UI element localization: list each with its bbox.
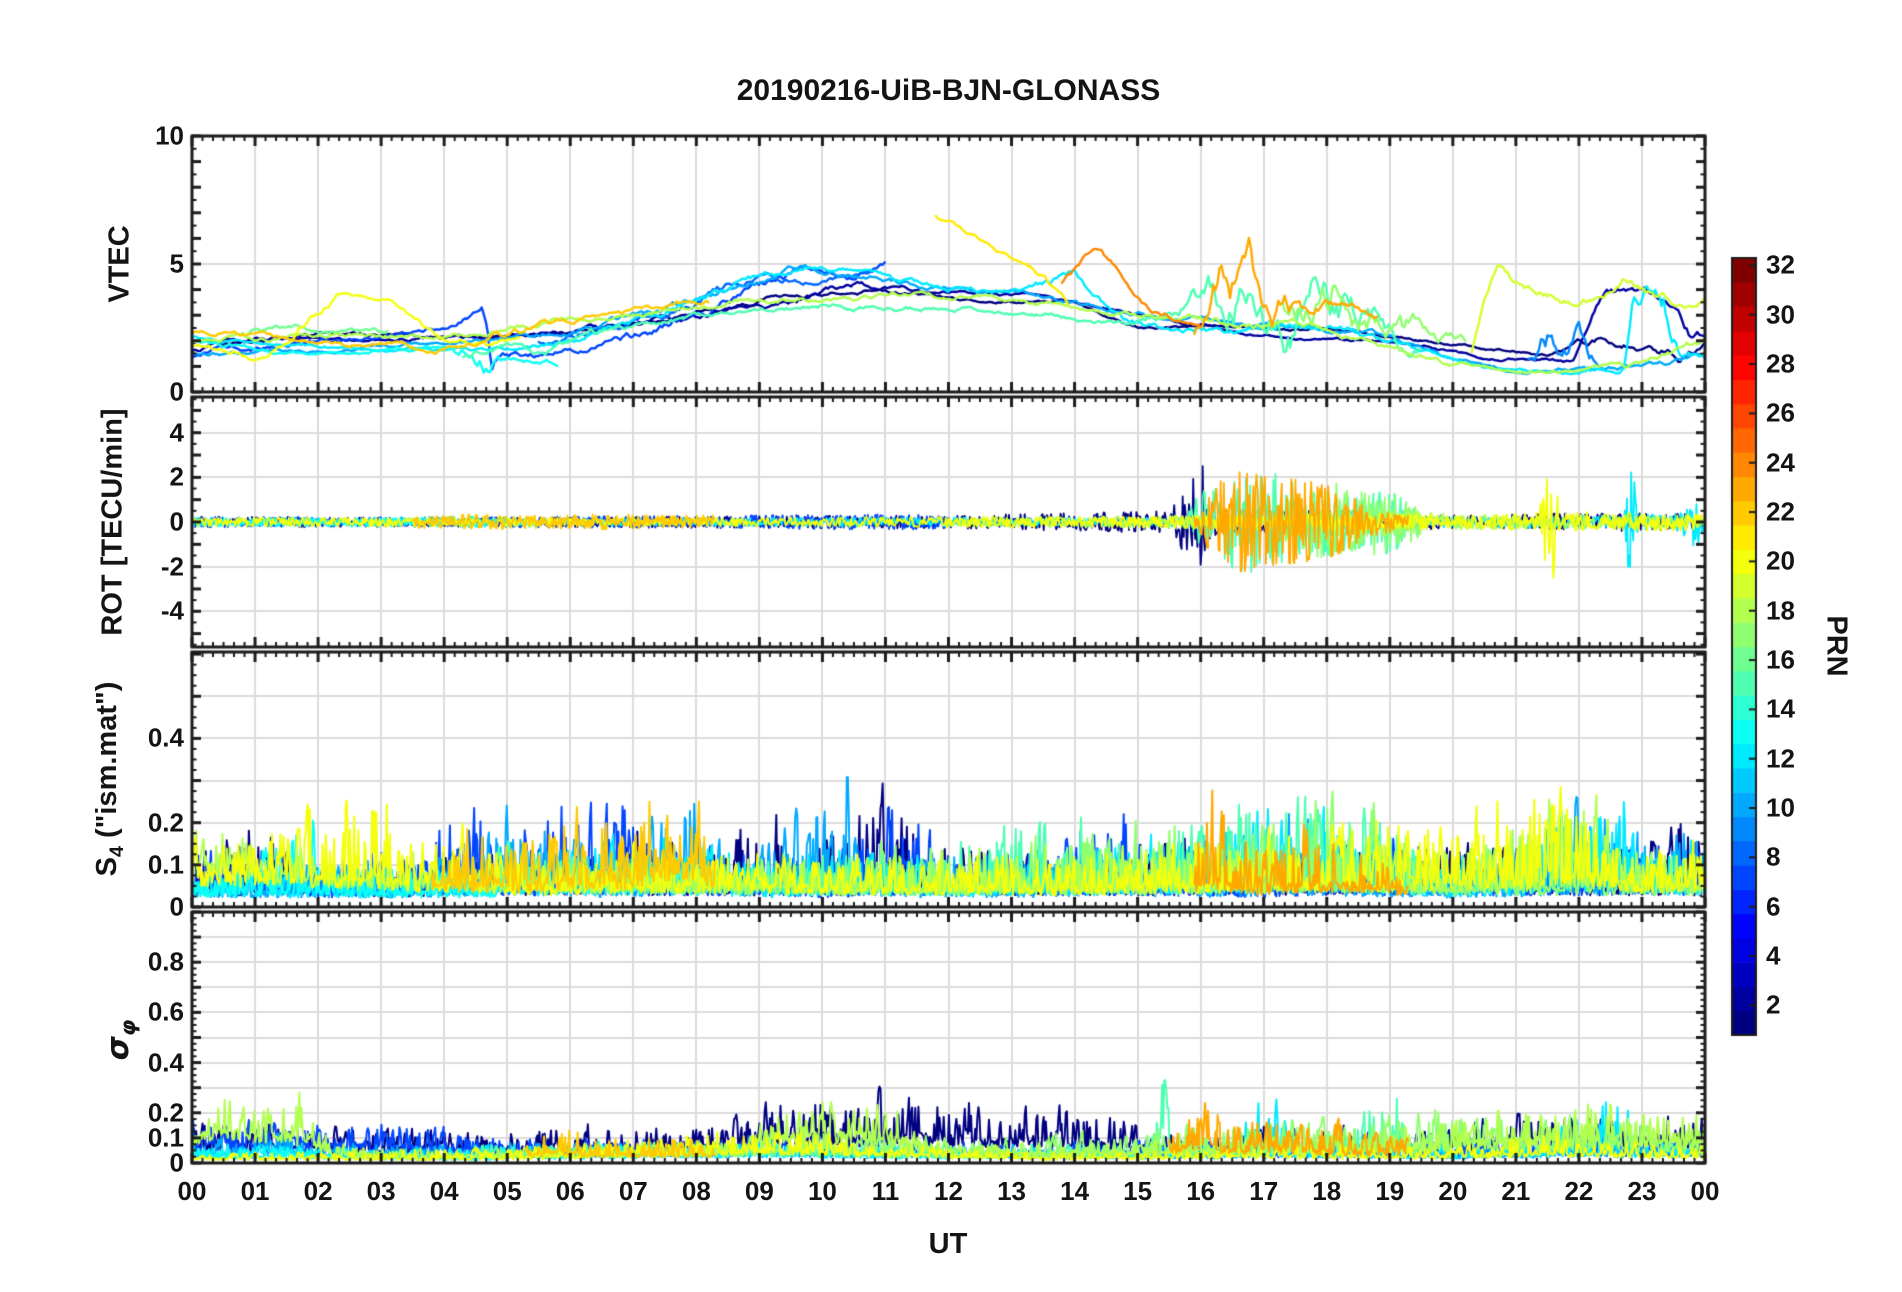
y-tick-label-rot: -4 bbox=[160, 595, 184, 626]
colorbar-tick-label: 28 bbox=[1766, 348, 1795, 379]
y-tick-label-sigma_phi: 0.2 bbox=[147, 1097, 184, 1128]
x-tick-label: 13 bbox=[997, 1176, 1026, 1206]
colorbar-label-prn: PRN bbox=[1820, 615, 1853, 677]
y-tick-label-s4: 0.4 bbox=[147, 722, 184, 753]
ylabel-s4-rest: ("ism.mat") bbox=[91, 681, 124, 847]
colorbar-tick-label: 8 bbox=[1766, 841, 1781, 872]
y-tick-label-s4: 0.2 bbox=[147, 807, 184, 838]
colorbar-tick-label: 32 bbox=[1766, 249, 1795, 280]
x-tick-label: 12 bbox=[934, 1176, 963, 1206]
x-tick-label: 14 bbox=[1060, 1176, 1090, 1206]
y-tick-label-rot: 4 bbox=[169, 417, 184, 448]
x-tick-label: 00 bbox=[1690, 1176, 1720, 1206]
x-tick-label: 23 bbox=[1627, 1176, 1657, 1206]
x-tick-label: 07 bbox=[618, 1176, 648, 1206]
xlabel-ut: UT bbox=[928, 1228, 968, 1260]
x-tick-label: 18 bbox=[1312, 1176, 1342, 1206]
ylabel-sigma-sub: φ bbox=[115, 1019, 141, 1037]
ylabel-sigma-main: σ bbox=[99, 1036, 136, 1061]
ylabel-s4-sub: 4 bbox=[105, 846, 128, 858]
y-tick-label-rot: 2 bbox=[169, 461, 184, 492]
y-tick-label-rot: -2 bbox=[160, 551, 184, 582]
x-tick-label: 10 bbox=[807, 1176, 837, 1206]
y-tick-label-s4: 0 bbox=[169, 891, 184, 922]
x-tick-label: 02 bbox=[303, 1176, 333, 1206]
x-tick-label: 21 bbox=[1501, 1176, 1531, 1206]
colorbar-tick-label: 26 bbox=[1766, 397, 1795, 428]
x-tick-label: 00 bbox=[177, 1176, 207, 1206]
ylabel-s4-main: S bbox=[91, 857, 124, 877]
ylabel-sigma-phi: σφ bbox=[100, 1020, 140, 1061]
colorbar-tick-label: 16 bbox=[1766, 644, 1795, 675]
ylabel-vtec: VTEC bbox=[103, 225, 136, 303]
x-tick-label: 20 bbox=[1438, 1176, 1468, 1206]
y-tick-label-rot: 0 bbox=[169, 506, 184, 537]
colorbar-tick-label: 20 bbox=[1766, 545, 1795, 576]
x-tick-label: 19 bbox=[1375, 1176, 1405, 1206]
x-tick-label: 03 bbox=[366, 1176, 396, 1206]
colorbar-tick-label: 24 bbox=[1766, 447, 1795, 478]
colorbar-tick-label: 10 bbox=[1766, 792, 1795, 823]
x-tick-label: 17 bbox=[1249, 1176, 1279, 1206]
plot-canvas bbox=[0, 0, 1902, 1292]
ylabel-rot: ROT [TECU/min] bbox=[96, 408, 129, 636]
x-tick-label: 06 bbox=[555, 1176, 585, 1206]
x-tick-label: 15 bbox=[1123, 1176, 1153, 1206]
y-tick-label-sigma_phi: 0.4 bbox=[147, 1047, 184, 1078]
x-tick-label: 04 bbox=[429, 1176, 459, 1206]
y-tick-label-vtec: 5 bbox=[169, 248, 184, 279]
y-tick-label-vtec: 10 bbox=[155, 120, 184, 151]
y-tick-label-sigma_phi: 0.8 bbox=[147, 946, 184, 977]
x-tick-label: 11 bbox=[871, 1176, 900, 1206]
y-tick-label-s4: 0.1 bbox=[147, 849, 184, 880]
ylabel-s4: S4 ("ism.mat") bbox=[91, 682, 129, 877]
y-tick-label-sigma_phi: 0.6 bbox=[147, 996, 184, 1027]
colorbar-tick-label: 30 bbox=[1766, 299, 1795, 330]
x-tick-label: 01 bbox=[240, 1176, 270, 1206]
colorbar-tick-label: 6 bbox=[1766, 891, 1781, 922]
chart-title: 20190216-UiB-BJN-GLONASS bbox=[736, 74, 1161, 107]
colorbar-tick-label: 22 bbox=[1766, 496, 1795, 527]
colorbar-tick-label: 2 bbox=[1766, 989, 1781, 1020]
x-tick-label: 09 bbox=[744, 1176, 774, 1206]
colorbar-tick-label: 4 bbox=[1766, 940, 1781, 971]
colorbar-tick-label: 12 bbox=[1766, 743, 1795, 774]
colorbar-tick-label: 18 bbox=[1766, 595, 1795, 626]
x-tick-label: 16 bbox=[1186, 1176, 1216, 1206]
x-tick-label: 08 bbox=[681, 1176, 711, 1206]
y-tick-label-vtec: 0 bbox=[169, 376, 184, 407]
colorbar-tick-label: 14 bbox=[1766, 693, 1795, 724]
figure: 20190216-UiB-BJN-GLONASS VTEC ROT [TECU/… bbox=[0, 0, 1902, 1292]
x-tick-label: 22 bbox=[1564, 1176, 1594, 1206]
x-tick-label: 05 bbox=[492, 1176, 522, 1206]
